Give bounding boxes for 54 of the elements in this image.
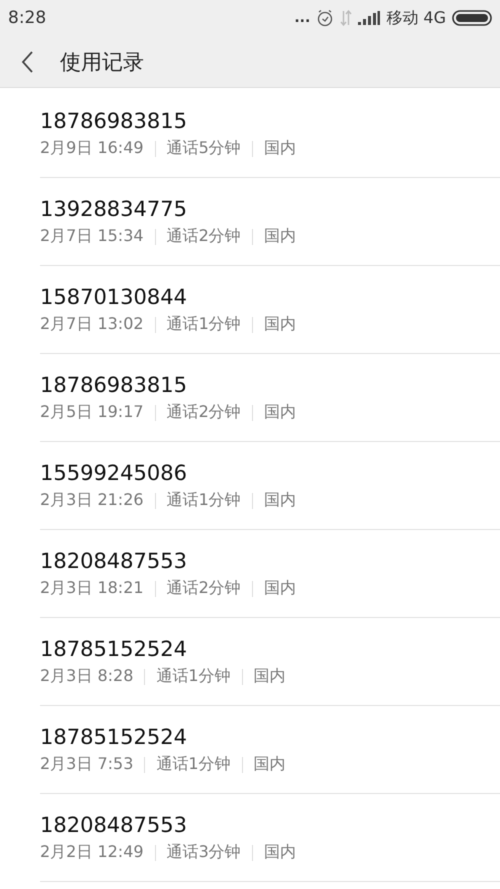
call-region: 国内: [254, 754, 286, 775]
call-duration: 通话2分钟: [166, 226, 241, 247]
call-datetime: 2月7日 15:34: [40, 226, 144, 247]
record-row[interactable]: 18208487553 2月2日 12:49 通话3分钟 国内: [40, 794, 500, 882]
call-region: 国内: [264, 490, 296, 511]
call-region: 国内: [264, 578, 296, 599]
page-title: 使用记录: [60, 48, 144, 76]
call-duration: 通话1分钟: [166, 490, 241, 511]
call-duration: 通话3分钟: [166, 842, 241, 863]
back-icon: [20, 50, 34, 74]
phone-number: 13928834775: [40, 196, 188, 222]
alarm-icon: [316, 9, 334, 27]
phone-number: 15599245086: [40, 460, 188, 486]
phone-number: 18208487553: [40, 548, 188, 574]
call-datetime: 2月3日 21:26: [40, 490, 144, 511]
call-region: 国内: [264, 314, 296, 335]
record-row[interactable]: 18785152524 2月3日 8:28 通话1分钟 国内: [40, 618, 500, 706]
data-arrows-icon: [340, 10, 352, 26]
call-datetime: 2月5日 19:17: [40, 402, 144, 423]
record-row[interactable]: 15870130844 2月7日 13:02 通话1分钟 国内: [40, 266, 500, 354]
call-duration: 通话2分钟: [166, 578, 241, 599]
call-region: 国内: [264, 842, 296, 863]
call-duration: 通话1分钟: [156, 754, 231, 775]
call-duration: 通话1分钟: [166, 314, 241, 335]
call-datetime: 2月3日 18:21: [40, 578, 144, 599]
record-row[interactable]: 18786983815 2月5日 19:17 通话2分钟 国内: [40, 354, 500, 442]
call-datetime: 2月3日 8:28: [40, 666, 134, 687]
status-time: 8:28: [8, 8, 46, 28]
battery-icon: [452, 10, 492, 26]
call-duration: 通话1分钟: [156, 666, 231, 687]
phone-number: 15870130844: [40, 284, 188, 310]
record-row[interactable]: 15599245086 2月3日 21:26 通话1分钟 国内: [40, 442, 500, 530]
record-row[interactable]: 18786983815 2月9日 16:49 通话5分钟 国内: [40, 90, 500, 178]
call-datetime: 2月2日 12:49: [40, 842, 144, 863]
phone-number: 18785152524: [40, 636, 188, 662]
record-row[interactable]: 18785152524 2月3日 7:53 通话1分钟 国内: [40, 706, 500, 794]
phone-number: 18208487553: [40, 812, 188, 838]
record-row[interactable]: 18208487553 2月3日 18:21 通话2分钟 国内: [40, 530, 500, 618]
call-datetime: 2月3日 7:53: [40, 754, 134, 775]
call-datetime: 2月7日 13:02: [40, 314, 144, 335]
call-datetime: 2月9日 16:49: [40, 138, 144, 159]
phone-number: 18786983815: [40, 372, 188, 398]
phone-number: 18785152524: [40, 724, 188, 750]
phone-number: 18786983815: [40, 108, 188, 134]
record-row[interactable]: 13928834775 2月7日 15:34 通话2分钟 国内: [40, 178, 500, 266]
call-region: 国内: [264, 402, 296, 423]
call-region: 国内: [264, 138, 296, 159]
call-region: 国内: [264, 226, 296, 247]
call-duration: 通话5分钟: [166, 138, 241, 159]
signal-icon: [358, 11, 380, 25]
carrier-label: 移动 4G: [386, 8, 446, 28]
call-region: 国内: [254, 666, 286, 687]
notification-more: ...: [294, 10, 310, 26]
call-duration: 通话2分钟: [166, 402, 241, 423]
